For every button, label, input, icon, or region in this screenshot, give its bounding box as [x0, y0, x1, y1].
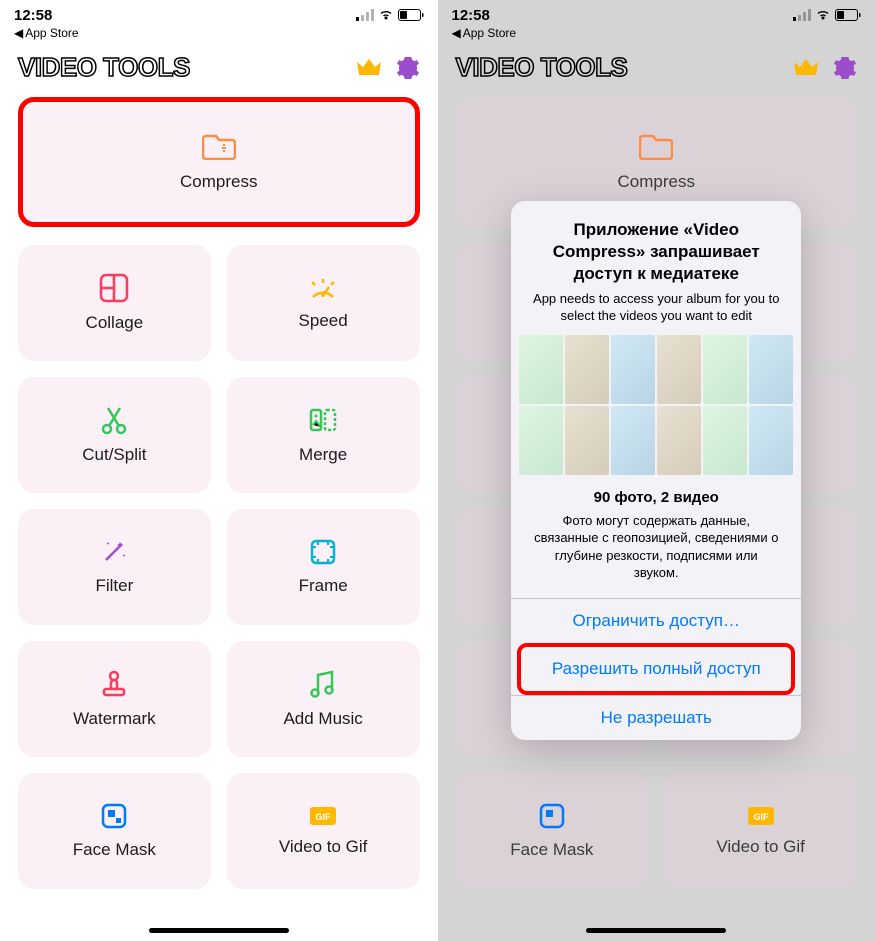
home-indicator[interactable] — [586, 928, 726, 933]
music-icon — [310, 669, 336, 699]
tile-label: Video to Gif — [279, 837, 368, 857]
tile-merge[interactable]: Merge — [227, 377, 420, 493]
allow-full-access-button[interactable]: Разрешить полный доступ — [517, 643, 795, 695]
media-preview-grid — [511, 335, 801, 475]
frame-icon — [309, 538, 337, 566]
permission-dialog: Приложение «Video Compress» запрашивает … — [511, 201, 801, 740]
preview-thumb — [749, 406, 793, 475]
speed-icon — [307, 275, 339, 301]
media-count: 90 фото, 2 видео — [531, 489, 781, 506]
preview-thumb — [611, 406, 655, 475]
svg-text:GIF: GIF — [316, 812, 332, 822]
tile-collage[interactable]: Collage — [18, 245, 211, 361]
preview-thumb — [565, 335, 609, 404]
tile-label: Watermark — [73, 709, 156, 729]
tile-music[interactable]: Add Music — [227, 641, 420, 757]
permission-dialog-overlay: Приложение «Video Compress» запрашивает … — [438, 0, 875, 941]
tile-compress[interactable]: Compress — [18, 97, 420, 227]
folder-icon — [202, 132, 236, 160]
tile-label: Merge — [299, 445, 347, 465]
preview-thumb — [657, 335, 701, 404]
status-bar: 12:58 — [0, 0, 438, 26]
dialog-subtitle: App needs to access your album for you t… — [529, 290, 783, 325]
back-to-appstore[interactable]: ◀ App Store — [0, 26, 438, 44]
tile-facemask[interactable]: Face Mask — [18, 773, 211, 889]
preview-thumb — [565, 406, 609, 475]
tile-label: Speed — [299, 311, 348, 331]
tile-frame[interactable]: Frame — [227, 509, 420, 625]
deny-access-button[interactable]: Не разрешать — [511, 695, 801, 740]
tile-label: Cut/Split — [82, 445, 146, 465]
gif-icon: GIF — [308, 805, 338, 827]
left-screen: 12:58 ◀ App Store VIDEO TOOLS Compress — [0, 0, 438, 941]
status-indicators — [356, 9, 424, 21]
app-title: VIDEO TOOLS — [18, 52, 190, 83]
stamp-icon — [100, 669, 128, 699]
crown-icon[interactable] — [356, 57, 382, 79]
dialog-title: Приложение «Video Compress» запрашивает … — [529, 219, 783, 285]
right-screen: 12:58 ◀ App Store VIDEO TOOLS Compress C… — [438, 0, 875, 941]
tile-gif[interactable]: GIF Video to Gif — [227, 773, 420, 889]
preview-thumb — [657, 406, 701, 475]
home-indicator[interactable] — [149, 928, 289, 933]
limit-access-button[interactable]: Ограничить доступ… — [511, 599, 801, 643]
tile-label: Frame — [299, 576, 348, 596]
tile-watermark[interactable]: Watermark — [18, 641, 211, 757]
preview-thumb — [519, 335, 563, 404]
tile-cut[interactable]: Cut/Split — [18, 377, 211, 493]
preview-thumb — [703, 406, 747, 475]
app-header: VIDEO TOOLS — [0, 44, 438, 91]
tile-label: Face Mask — [73, 840, 156, 860]
preview-thumb — [749, 335, 793, 404]
tile-speed[interactable]: Speed — [227, 245, 420, 361]
status-time: 12:58 — [14, 7, 52, 24]
merge-icon — [308, 405, 338, 435]
tile-filter[interactable]: Filter — [18, 509, 211, 625]
wand-icon — [100, 538, 128, 566]
tile-label: Add Music — [283, 709, 362, 729]
scissors-icon — [100, 405, 128, 435]
tile-label: Collage — [86, 313, 144, 333]
tile-label: Filter — [95, 576, 133, 596]
collage-icon — [99, 273, 129, 303]
preview-thumb — [519, 406, 563, 475]
gear-icon[interactable] — [396, 56, 420, 80]
privacy-note: Фото могут содержать данные, связанные с… — [531, 512, 781, 582]
preview-thumb — [703, 335, 747, 404]
facemask-icon — [100, 802, 128, 830]
preview-thumb — [611, 335, 655, 404]
tile-label: Compress — [180, 172, 257, 192]
